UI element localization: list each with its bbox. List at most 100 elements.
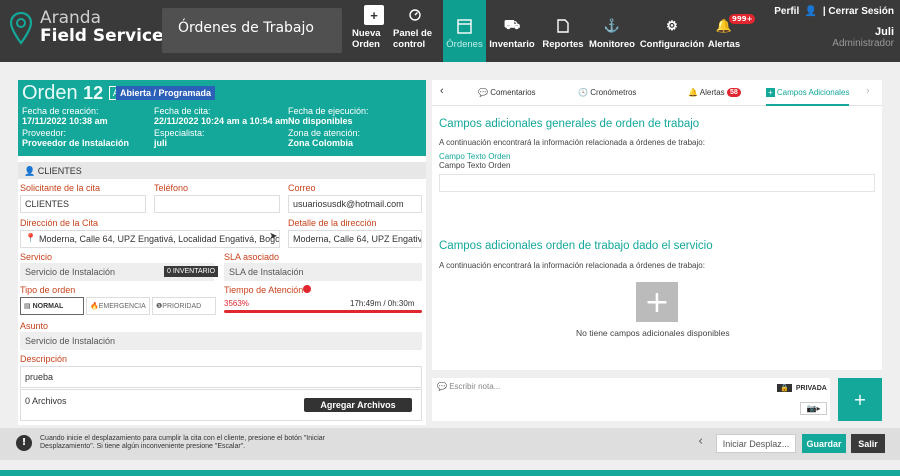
email-label: Correo: [288, 183, 316, 193]
phone-field[interactable]: [154, 195, 280, 213]
order-type-label: Tipo de orden: [20, 285, 76, 295]
nav-label: Órdenes: [446, 39, 483, 50]
logout-link[interactable]: Cerrar Sesión: [828, 6, 894, 17]
tab-bar: ‹ 💬 Comentarios 🕓 Cronómetros 🔔 Alertas …: [432, 80, 882, 106]
specialist-field: Especialista: juli: [154, 128, 205, 148]
camera-button[interactable]: 📷▸: [800, 402, 827, 415]
orders-icon: [455, 16, 475, 36]
add-field-icon: +: [636, 282, 678, 322]
nav-orders[interactable]: Órdenes: [443, 0, 486, 62]
fire-icon: 🔥: [90, 303, 99, 310]
requester-field[interactable]: CLIENTES: [20, 195, 146, 213]
user-name: Juli: [875, 26, 894, 38]
alerts-count-badge: 999+: [729, 14, 756, 24]
nav-reports[interactable]: Reportes: [542, 0, 584, 62]
footer-message: Cuando inicie el desplazamiento para cum…: [40, 435, 325, 450]
address-value: Moderna, Calle 64, UPZ Engativá, Localid…: [39, 234, 280, 244]
text-field-input[interactable]: [439, 174, 875, 192]
add-note-button[interactable]: +: [838, 378, 882, 421]
dolly-icon: ⛟: [503, 17, 521, 32]
address-detail-field[interactable]: Moderna, Calle 64, UPZ Engativá, L: [288, 230, 422, 248]
monitor-icon: ⚓: [603, 18, 621, 33]
clients-section-header[interactable]: 👤 CLIENTES: [18, 162, 426, 179]
attention-percent: 3563%: [224, 299, 249, 308]
save-button[interactable]: Guardar: [802, 434, 846, 453]
tab-alerts[interactable]: 🔔 Alertas: [688, 88, 725, 97]
nav-monitoring[interactable]: ⚓ Monitoreo: [589, 0, 635, 62]
note-input[interactable]: 💬 Escribir nota...: [437, 382, 500, 391]
nav-label: Configuración: [639, 39, 705, 50]
text-field-label: Campo Texto Orden: [439, 152, 511, 161]
nav-inventory[interactable]: ⛟ Inventario: [489, 0, 535, 62]
attention-progress-bar: [224, 310, 422, 313]
order-status-badge: Abierta / Programada: [116, 86, 216, 100]
order-number: 12: [83, 83, 104, 103]
map-pin-icon: 📍: [25, 233, 37, 243]
general-fields-desc: A continuación encontrará la información…: [439, 138, 705, 147]
nav-alerts[interactable]: 🔔 Alertas: [706, 0, 742, 62]
gear-icon: ⚙: [666, 18, 678, 33]
service-fields-desc: A continuación encontrará la información…: [439, 261, 705, 270]
description-field[interactable]: prueba: [20, 366, 422, 388]
type-priority-button[interactable]: ❶PRIORIDAD: [152, 297, 216, 315]
tab-next-arrow[interactable]: ›: [866, 85, 870, 97]
additional-fields-panel: ‹ 💬 Comentarios 🕓 Cronómetros 🔔 Alertas …: [432, 80, 882, 370]
tab-prev-arrow[interactable]: ‹: [440, 85, 444, 97]
nav-settings[interactable]: ⚙ Configuración: [639, 0, 705, 62]
tab-additional-fields[interactable]: + Campos Adicionales: [766, 80, 850, 106]
map-pin-icon: [9, 11, 33, 45]
add-files-button[interactable]: Agregar Archivos: [304, 398, 412, 412]
brand-logo[interactable]: Aranda Field Service: [8, 10, 164, 45]
phone-label: Teléfono: [154, 183, 189, 193]
order-title: Orden 12 A: [22, 82, 125, 105]
appointment-field: Fecha de cita: 22/11/2022 10:24 am a 10:5…: [154, 106, 289, 126]
private-toggle[interactable]: 🔒 PRIVADA: [777, 381, 827, 395]
execution-field: Fecha de ejecución: No disponibles: [288, 106, 369, 126]
service-fields-title: Campos adicionales orden de trabajo dado…: [439, 240, 713, 252]
start-travel-button[interactable]: Iniciar Desplaz...: [716, 434, 796, 453]
locate-arrow-icon[interactable]: ➤: [269, 231, 277, 242]
chevron-left-icon[interactable]: ‹: [698, 434, 703, 449]
address-field[interactable]: 📍 Moderna, Calle 64, UPZ Engativá, Local…: [20, 230, 280, 248]
type-emergency-button[interactable]: 🔥EMERGENCIA: [86, 297, 150, 315]
subject-field: Servicio de Instalación: [20, 332, 422, 350]
doc-icon: ▤: [24, 303, 33, 310]
type-normal-button[interactable]: ▤ NORMAL: [20, 297, 84, 315]
nav-label: Nueva Orden: [352, 28, 381, 50]
profile-link[interactable]: Perfil: [774, 6, 799, 17]
exit-button[interactable]: Salir: [851, 434, 885, 453]
zone-field: Zona de atención: Zona Colombia: [288, 128, 361, 148]
attention-time-label: Tiempo de Atención: [224, 285, 304, 295]
nav-label: Inventario: [489, 39, 535, 50]
general-fields-title: Campos adicionales generales de orden de…: [439, 118, 700, 130]
sla-label: SLA asociado: [224, 252, 280, 262]
service-value: Servicio de Instalación: [25, 267, 116, 277]
tab-comments[interactable]: 💬 Comentarios: [478, 88, 536, 97]
nav-label: Alertas: [707, 39, 741, 50]
bottom-accent-strip: [0, 470, 900, 476]
requester-label: Solicitante de la cita: [20, 183, 101, 193]
inventory-badge[interactable]: 0 INVENTARIO: [164, 266, 219, 277]
service-label: Servicio: [20, 252, 53, 262]
sla-field: SLA de Instalación: [224, 263, 422, 281]
subject-label: Asunto: [20, 321, 49, 331]
nav-label: Panel de control: [393, 28, 433, 50]
brand-product: Field Service: [40, 26, 164, 46]
bell-icon: 🔔: [688, 88, 700, 97]
comment-icon: 💬: [478, 88, 491, 97]
address-detail-label: Detalle de la dirección: [288, 218, 377, 228]
clock-icon: 🕓: [578, 88, 591, 97]
description-label: Descripción: [20, 354, 68, 364]
note-box: 💬 Escribir nota... 🔒 PRIVADA 📷▸: [432, 378, 830, 421]
user-role: Administrador: [832, 38, 894, 49]
tab-timers[interactable]: 🕓 Cronómetros: [578, 88, 636, 97]
nav-label: Monitoreo: [589, 39, 635, 50]
order-detail-panel: Orden 12 A Abierta / Programada Fecha de…: [18, 80, 426, 425]
dashboard-icon: [405, 5, 425, 25]
email-field[interactable]: usuariosusdk@hotmail.com: [288, 195, 422, 213]
brand-name: Aranda: [40, 8, 102, 28]
module-title: Órdenes de Trabajo: [178, 20, 314, 36]
order-title-prefix: Orden: [22, 82, 78, 104]
nav-dashboard[interactable]: Panel de control: [393, 0, 437, 62]
nav-new-order[interactable]: + Nueva Orden: [352, 0, 396, 62]
